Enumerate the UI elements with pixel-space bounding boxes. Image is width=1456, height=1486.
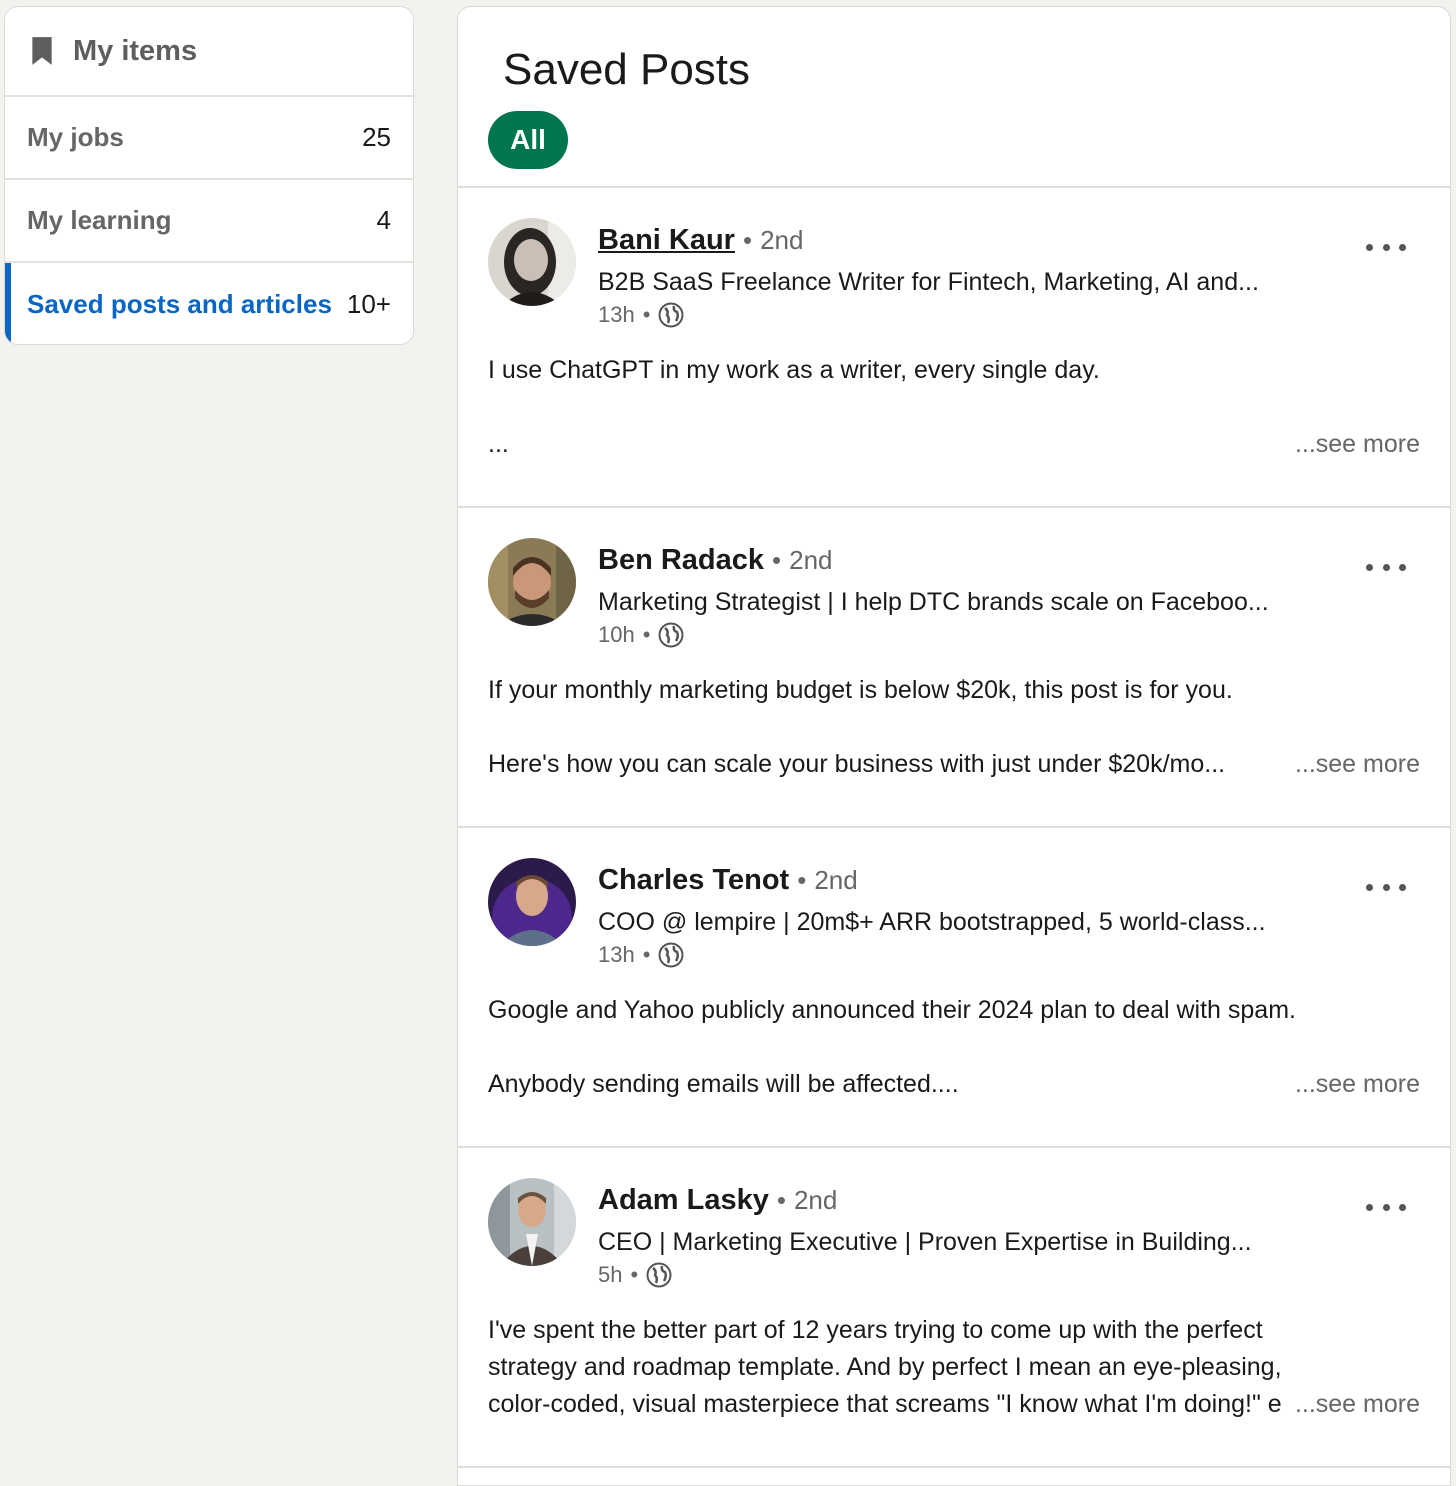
author-headline: COO @ lempire | 20m$+ ARR bootstrapped, … [598, 908, 1266, 936]
separator-dot: • [742, 225, 753, 255]
separator-dot: • [642, 302, 651, 327]
separator-dot: • [642, 942, 651, 967]
sidebar-item-saved-posts[interactable]: Saved posts and articles 10+ [5, 263, 413, 344]
author-headline: B2B SaaS Freelance Writer for Fintech, M… [598, 268, 1259, 296]
post-meta: 10h • [598, 622, 684, 648]
sidebar-item-label: Saved posts and articles [27, 289, 332, 319]
post-author-line: Ben Radack • 2nd [598, 544, 833, 577]
post-author-line: Charles Tenot • 2nd [598, 864, 858, 897]
post-text-line: If your monthly marketing budget is belo… [488, 676, 1233, 704]
connection-degree: 2nd [814, 865, 858, 895]
see-more-link[interactable]: ...see more [1280, 1386, 1420, 1423]
sidebar-item-count: 10+ [346, 289, 391, 319]
post-author-line: Adam Lasky • 2nd [598, 1184, 837, 1217]
page-title: Saved Posts [503, 45, 751, 94]
post-text-line: Here's how you can scale your business w… [488, 750, 1226, 778]
author-name-link[interactable]: Charles Tenot [598, 864, 789, 897]
saved-post: Bani Kaur • 2nd B2B SaaS Freelance Write… [458, 188, 1450, 508]
saved-posts-panel: Saved Posts All Bani Kaur • 2nd B2B SaaS… [457, 6, 1451, 1486]
my-items-header: My items [5, 7, 413, 97]
post-time: 5h [598, 1262, 623, 1287]
post-text-line: Anybody sending emails will be affected.… [488, 1070, 959, 1098]
post-time: 13h [598, 942, 635, 967]
sidebar-item-my-jobs[interactable]: My jobs 25 [5, 97, 413, 180]
globe-icon [658, 942, 684, 968]
separator-dot: • [642, 622, 651, 647]
saved-post: Charles Tenot • 2nd COO @ lempire | 20m$… [458, 828, 1450, 1148]
saved-post: Adam Lasky • 2nd CEO | Marketing Executi… [458, 1148, 1450, 1468]
author-name-link[interactable]: Adam Lasky [598, 1184, 769, 1217]
see-more-link[interactable]: ...see more [1280, 426, 1420, 463]
avatar[interactable] [488, 538, 576, 626]
post-text-line: Google and Yahoo publicly announced thei… [488, 996, 1296, 1024]
connection-degree: 2nd [789, 545, 833, 575]
filter-all-button[interactable]: All [488, 111, 568, 169]
connection-degree: 2nd [793, 1185, 838, 1215]
more-options-icon[interactable] [1366, 1200, 1406, 1214]
post-meta: 13h • [598, 942, 684, 968]
my-items-title: My items [73, 34, 198, 67]
author-name-link[interactable]: Bani Kaur [598, 224, 735, 257]
separator-dot: • [776, 1185, 786, 1215]
more-options-icon[interactable] [1366, 880, 1406, 894]
see-more-link[interactable]: ...see more [1280, 746, 1420, 783]
avatar[interactable] [488, 218, 576, 306]
sidebar-item-label: My learning [27, 205, 172, 235]
my-items-sidebar: My items My jobs 25 My learning 4 Saved … [4, 6, 414, 345]
post-author-line: Bani Kaur • 2nd [598, 224, 803, 257]
saved-posts-header: Saved Posts All [458, 7, 1450, 188]
more-options-icon[interactable] [1366, 560, 1406, 574]
sidebar-item-count: 25 [362, 122, 391, 152]
post-text: I've spent the better part of 12 years t… [488, 1316, 1282, 1418]
sidebar-item-label: My jobs [27, 122, 124, 152]
sidebar-item-my-learning[interactable]: My learning 4 [5, 180, 413, 263]
globe-icon [646, 1262, 672, 1288]
separator-dot: • [797, 865, 807, 895]
bookmark-icon [32, 37, 52, 65]
separator-dot: • [772, 545, 782, 575]
see-more-link[interactable]: ...see more [1280, 1066, 1420, 1103]
author-name-link[interactable]: Ben Radack [598, 544, 764, 577]
post-meta: 5h • [598, 1262, 672, 1288]
post-meta: 13h • [598, 302, 684, 328]
avatar[interactable] [488, 1178, 576, 1266]
sidebar-item-count: 4 [376, 205, 391, 235]
globe-icon [658, 302, 684, 328]
separator-dot: • [630, 1262, 639, 1287]
post-time: 13h [598, 302, 635, 327]
post-text-line: ... [488, 430, 509, 458]
post-time: 10h [598, 622, 635, 647]
globe-icon [658, 622, 684, 648]
more-options-icon[interactable] [1366, 240, 1406, 254]
connection-degree: 2nd [760, 225, 804, 255]
avatar[interactable] [488, 858, 576, 946]
saved-post: Ben Radack • 2nd Marketing Strategist | … [458, 508, 1450, 828]
post-text-line: I use ChatGPT in my work as a writer, ev… [488, 356, 1100, 384]
author-headline: Marketing Strategist | I help DTC brands… [598, 588, 1269, 616]
author-headline: CEO | Marketing Executive | Proven Exper… [598, 1228, 1252, 1256]
